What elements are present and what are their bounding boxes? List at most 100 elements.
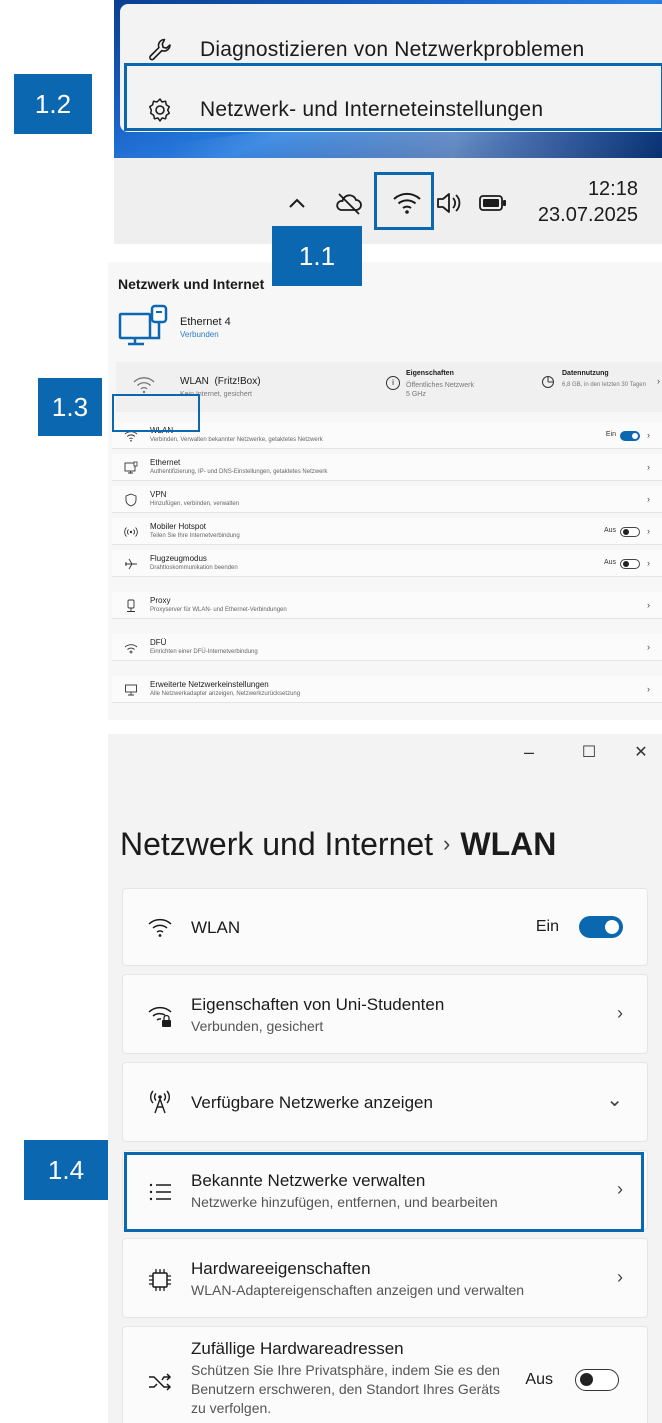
- row-sub: Verbinden, Verwalten bekannter Netzwerke…: [150, 437, 323, 443]
- network-adapter-icon: [125, 684, 137, 696]
- ethernet-summary[interactable]: Ethernet 4 Verbunden: [116, 302, 656, 358]
- row-title: Erweiterte Netzwerkeinstellungen: [150, 680, 269, 689]
- dialup-icon: [124, 644, 138, 654]
- usage-sub: 6,8 GB, in den letzten 30 Tagen: [562, 382, 646, 388]
- callout-1-4: 1.4: [24, 1140, 108, 1200]
- maximize-button[interactable]: ☐: [574, 742, 604, 762]
- hotspot-toggle[interactable]: [620, 527, 640, 537]
- row-sub: Alle Netzwerkadapter anzeigen, Netzwerkz…: [150, 691, 301, 697]
- wifi-icon[interactable]: [390, 186, 424, 220]
- network-internet-overview: Netzwerk und Internet Ethernet 4 Verbund…: [108, 262, 662, 720]
- speaker-icon[interactable]: [432, 186, 466, 220]
- row-sub: Hinzufügen, verbinden, verwalten: [150, 501, 240, 507]
- menu-item-label: Diagnostizieren von Netzwerkproblemen: [200, 38, 585, 61]
- row-state: Aus: [603, 527, 616, 534]
- available-networks-card[interactable]: Verfügbare Netzwerke anzeigen ⌄: [122, 1062, 648, 1142]
- ethernet-name: Ethernet 4: [180, 316, 231, 328]
- chevron-right-icon: ›: [657, 376, 660, 386]
- wifi-icon: [133, 377, 155, 394]
- usage-title[interactable]: Datennutzung: [562, 370, 609, 377]
- wlan-summary-status: Kein Internet, gesichert: [180, 391, 252, 398]
- menu-item-diagnose[interactable]: Diagnostizieren von Netzwerkproblemen: [120, 20, 662, 80]
- chevron-right-icon: ›: [617, 1267, 623, 1287]
- chevron-right-icon: ›: [647, 462, 650, 472]
- wlan-toggle[interactable]: [579, 916, 623, 938]
- random-sub: Schützen Sie Ihre Privatsphäre, indem Si…: [191, 1362, 500, 1416]
- overview-row-dialup[interactable]: DFÜ Einrichten einer DFÜ-Internetverbind…: [112, 634, 662, 661]
- known-networks-title: Bekannte Netzwerke verwalten: [191, 1171, 426, 1190]
- close-button[interactable]: ✕: [626, 742, 656, 762]
- row-state: Aus: [603, 559, 616, 566]
- overview-row-proxy[interactable]: Proxy Proxyserver für WLAN- und Ethernet…: [112, 592, 662, 619]
- callout-1-1: 1.1: [272, 226, 362, 286]
- shield-icon: [125, 493, 137, 507]
- row-sub: Teilen Sie Ihre Internetverbindung: [150, 533, 240, 539]
- chevron-right-icon: ›: [647, 558, 650, 568]
- data-usage-icon: [542, 376, 554, 388]
- taskbar-tray: 12:18 23.07.2025: [114, 158, 662, 244]
- overview-row-vpn[interactable]: VPN Hinzufügen, verbinden, verwalten ›: [112, 486, 662, 513]
- wifi-lock-icon: [148, 1006, 172, 1027]
- network-properties-card[interactable]: Eigenschaften von Uni-Studenten Verbunde…: [122, 974, 648, 1054]
- overview-row-hotspot[interactable]: Mobiler Hotspot Teilen Sie Ihre Internet…: [112, 518, 662, 545]
- wlan-summary-name: WLAN: [180, 376, 209, 387]
- available-networks-title: Verfügbare Netzwerke anzeigen: [191, 1093, 433, 1112]
- ethernet-status: Verbunden: [180, 330, 219, 339]
- wlan-summary-title: WLAN (Fritz!Box): [180, 376, 261, 387]
- wlan-summary-card[interactable]: WLAN (Fritz!Box) Kein Internet, gesicher…: [116, 362, 662, 412]
- random-title: Zufällige Hardwareadressen: [191, 1339, 404, 1358]
- menu-item-network-settings[interactable]: Netzwerk- und Interneteinstellungen: [120, 80, 662, 140]
- battery-icon[interactable]: [476, 186, 510, 220]
- row-title: WLAN: [150, 426, 174, 435]
- overview-row-advanced[interactable]: Erweiterte Netzwerkeinstellungen Alle Ne…: [112, 676, 662, 703]
- row-title: DFÜ: [150, 638, 167, 647]
- overview-row-wlan[interactable]: WLAN Verbinden, Verwalten bekannter Netz…: [112, 422, 662, 449]
- row-state: Ein: [605, 431, 616, 438]
- wlan-summary-ssid: (Fritz!Box): [214, 376, 261, 387]
- clock[interactable]: 12:18 23.07.2025: [538, 176, 638, 228]
- minimize-button[interactable]: –: [514, 742, 544, 763]
- overview-row-airplane[interactable]: Flugzeugmodus Drahtloskommunikation been…: [112, 550, 662, 577]
- ethernet-icon: [124, 461, 138, 474]
- antenna-icon: [150, 1090, 170, 1114]
- list-icon: [149, 1183, 171, 1201]
- wrench-icon: [149, 38, 171, 61]
- row-title: Flugzeugmodus: [150, 554, 207, 563]
- chevron-right-icon: ›: [617, 1003, 623, 1023]
- chevron-right-icon: ›: [647, 600, 650, 610]
- properties-title: Eigenschaften von Uni-Studenten: [191, 995, 445, 1014]
- callout-1-2: 1.2: [14, 74, 92, 134]
- breadcrumb: Netzwerk und Internet › WLAN: [120, 826, 556, 863]
- properties-title[interactable]: Eigenschaften: [406, 370, 454, 377]
- wlan-label: WLAN: [191, 918, 241, 937]
- row-sub: Drahtloskommunikation beenden: [150, 565, 238, 571]
- hardware-properties-card[interactable]: Hardwareeigenschaften WLAN-Adaptereigens…: [122, 1238, 648, 1318]
- clock-time: 12:18: [587, 178, 638, 200]
- chevron-right-icon: ›: [647, 684, 650, 694]
- chevron-up-icon[interactable]: [280, 186, 314, 220]
- hotspot-icon: [124, 527, 138, 537]
- airplane-toggle[interactable]: [620, 559, 640, 569]
- chevron-right-icon: ›: [647, 526, 650, 536]
- breadcrumb-separator: ›: [443, 831, 451, 856]
- hardware-sub: WLAN-Adaptereigenschaften anzeigen und v…: [191, 1282, 525, 1298]
- shuffle-icon: [149, 1373, 172, 1391]
- overview-row-ethernet[interactable]: Ethernet Authentifizierung, IP- und DNS-…: [112, 454, 662, 481]
- clock-date: 23.07.2025: [537, 204, 638, 226]
- properties-sub: Öffentliches Netzwerk: [406, 382, 474, 389]
- breadcrumb-parent[interactable]: Netzwerk und Internet: [120, 826, 433, 862]
- chip-icon: [149, 1269, 171, 1291]
- random-addresses-toggle[interactable]: [575, 1369, 619, 1391]
- cloud-offline-icon[interactable]: [332, 186, 366, 220]
- context-menu-area: Diagnostizieren von Netzwerkproblemen Ne…: [114, 0, 662, 158]
- wifi-icon: [148, 918, 172, 937]
- wifi-icon: [124, 431, 138, 442]
- row-title: Ethernet: [150, 458, 181, 467]
- known-networks-card[interactable]: Bekannte Netzwerke verwalten Netzwerke h…: [122, 1150, 648, 1230]
- known-networks-sub: Netzwerke hinzufügen, entfernen, und bea…: [191, 1194, 498, 1210]
- chevron-right-icon: ›: [647, 494, 650, 504]
- wlan-toggle[interactable]: [620, 431, 640, 441]
- row-sub: Authentifizierung, IP- und DNS-Einstellu…: [150, 469, 328, 475]
- chevron-right-icon: ›: [647, 642, 650, 652]
- airplane-icon: [125, 558, 137, 570]
